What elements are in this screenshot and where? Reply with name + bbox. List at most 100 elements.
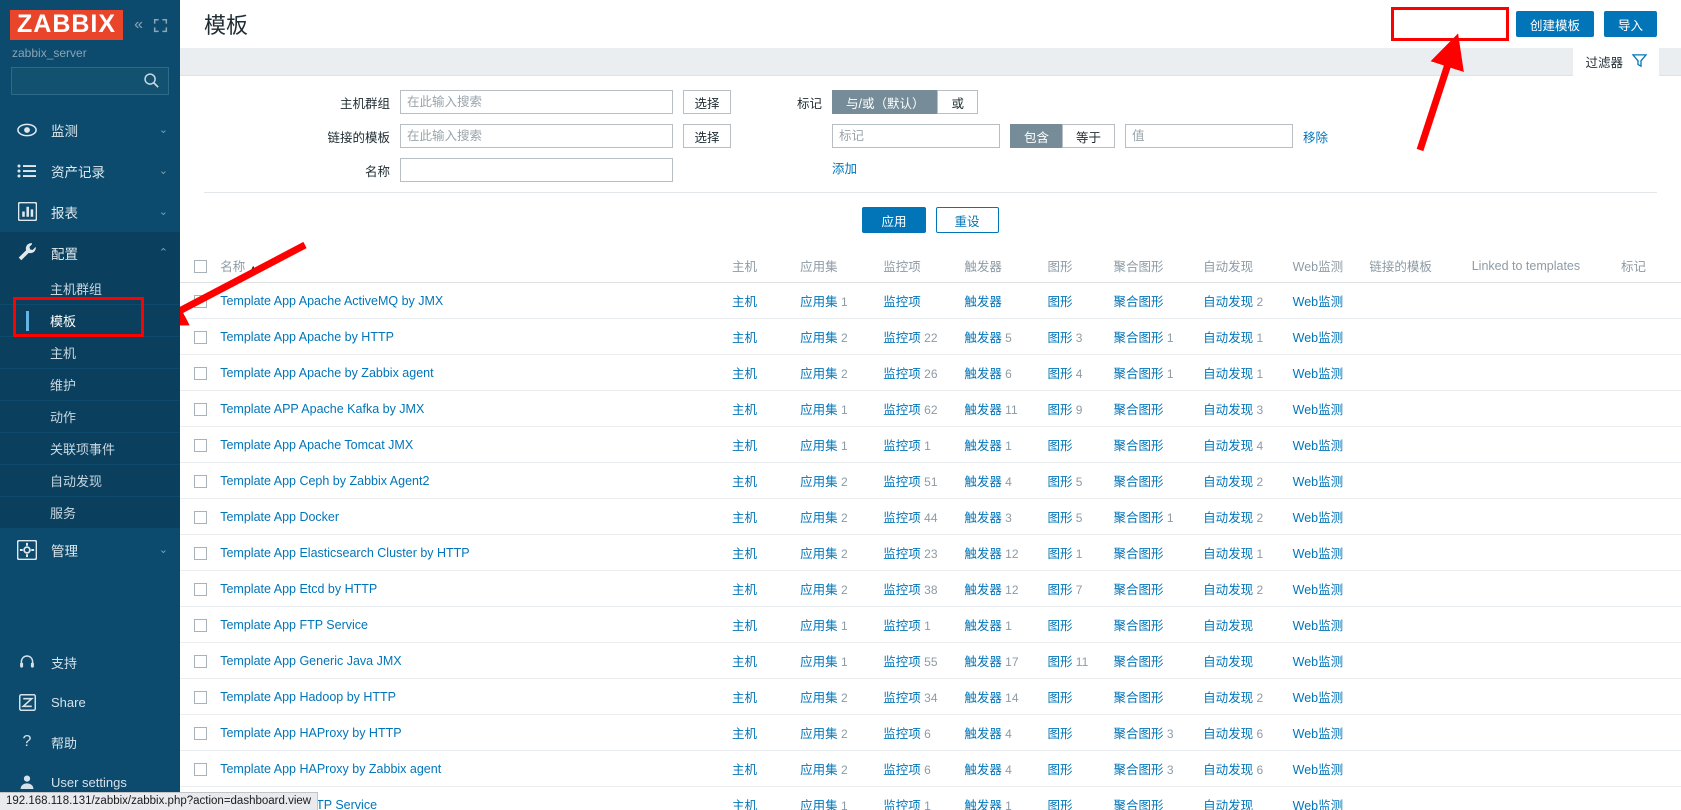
hosts-link[interactable]: 主机 xyxy=(732,367,757,381)
triggers-link[interactable]: 触发器 xyxy=(964,331,1002,345)
graphs-link[interactable]: 图形 xyxy=(1047,655,1072,669)
hosts-link[interactable]: 主机 xyxy=(732,439,757,453)
graphs-link[interactable]: 图形 xyxy=(1047,367,1072,381)
graphs-link[interactable]: 图形 xyxy=(1047,727,1072,741)
sidebar-item-help[interactable]: ? 帮助 xyxy=(0,722,180,762)
applications-link[interactable]: 应用集 xyxy=(800,511,838,525)
collapse-sidebar-icon[interactable]: « xyxy=(134,17,143,33)
host-group-input[interactable] xyxy=(400,90,673,114)
web-link[interactable]: Web监测 xyxy=(1293,475,1343,489)
applications-link[interactable]: 应用集 xyxy=(800,331,838,345)
template-name-link[interactable]: Template App Generic Java JMX xyxy=(220,654,401,668)
sidebar-item-inventory[interactable]: 资产记录 ⌄ xyxy=(0,150,180,191)
discovery-link[interactable]: 自动发现 xyxy=(1203,655,1253,669)
filter-tab[interactable]: 过滤器 xyxy=(1573,48,1659,76)
hosts-link[interactable]: 主机 xyxy=(732,727,757,741)
sidebar-item-templates[interactable]: 模板 xyxy=(0,305,180,337)
triggers-link[interactable]: 触发器 xyxy=(964,655,1002,669)
discovery-link[interactable]: 自动发现 xyxy=(1203,331,1253,345)
screens-link[interactable]: 聚合图形 xyxy=(1114,295,1164,309)
graphs-link[interactable]: 图形 xyxy=(1047,511,1072,525)
discovery-link[interactable]: 自动发现 xyxy=(1203,763,1253,777)
applications-link[interactable]: 应用集 xyxy=(800,691,838,705)
applications-link[interactable]: 应用集 xyxy=(800,763,838,777)
sidebar-item-event-correlation[interactable]: 关联项事件 xyxy=(0,433,180,465)
web-link[interactable]: Web监测 xyxy=(1293,619,1343,633)
applications-link[interactable]: 应用集 xyxy=(800,655,838,669)
template-name-link[interactable]: Template App Hadoop by HTTP xyxy=(220,690,396,704)
applications-link[interactable]: 应用集 xyxy=(800,727,838,741)
screens-link[interactable]: 聚合图形 xyxy=(1114,583,1164,597)
row-checkbox[interactable] xyxy=(194,547,207,560)
discovery-link[interactable]: 自动发现 xyxy=(1203,691,1253,705)
apply-button[interactable]: 应用 xyxy=(862,207,925,233)
search-input[interactable] xyxy=(11,67,169,95)
sidebar-item-configuration[interactable]: 配置 ⌃ xyxy=(0,232,180,273)
items-link[interactable]: 监控项 xyxy=(883,619,921,633)
sidebar-item-share[interactable]: Share xyxy=(0,682,180,722)
row-checkbox[interactable] xyxy=(194,691,207,704)
select-all-checkbox[interactable] xyxy=(194,260,207,273)
triggers-link[interactable]: 触发器 xyxy=(964,403,1002,417)
template-name-link[interactable]: Template App Etcd by HTTP xyxy=(220,582,377,596)
items-link[interactable]: 监控项 xyxy=(883,403,921,417)
template-name-link[interactable]: Template App Docker xyxy=(220,510,339,524)
hosts-link[interactable]: 主机 xyxy=(732,331,757,345)
row-checkbox[interactable] xyxy=(194,331,207,344)
hosts-link[interactable]: 主机 xyxy=(732,763,757,777)
screens-link[interactable]: 聚合图形 xyxy=(1114,367,1164,381)
row-checkbox[interactable] xyxy=(194,727,207,740)
triggers-link[interactable]: 触发器 xyxy=(964,583,1002,597)
items-link[interactable]: 监控项 xyxy=(883,655,921,669)
screens-link[interactable]: 聚合图形 xyxy=(1114,799,1164,810)
name-input[interactable] xyxy=(400,158,673,182)
applications-link[interactable]: 应用集 xyxy=(800,547,838,561)
items-link[interactable]: 监控项 xyxy=(883,727,921,741)
screens-link[interactable]: 聚合图形 xyxy=(1114,331,1164,345)
linked-template-input[interactable] xyxy=(400,124,673,148)
graphs-link[interactable]: 图形 xyxy=(1047,331,1072,345)
web-link[interactable]: Web监测 xyxy=(1293,799,1343,810)
web-link[interactable]: Web监测 xyxy=(1293,727,1343,741)
row-checkbox[interactable] xyxy=(194,511,207,524)
items-link[interactable]: 监控项 xyxy=(883,799,921,810)
hosts-link[interactable]: 主机 xyxy=(732,295,757,309)
template-name-link[interactable]: Template App Elasticsearch Cluster by HT… xyxy=(220,546,469,560)
discovery-link[interactable]: 自动发现 xyxy=(1203,511,1253,525)
web-link[interactable]: Web监测 xyxy=(1293,547,1343,561)
tag-op-contains-option[interactable]: 包含 xyxy=(1010,124,1063,148)
screens-link[interactable]: 聚合图形 xyxy=(1114,547,1164,561)
linked-template-select-button[interactable]: 选择 xyxy=(683,124,731,148)
triggers-link[interactable]: 触发器 xyxy=(964,619,1002,633)
discovery-link[interactable]: 自动发现 xyxy=(1203,547,1253,561)
sidebar-item-discovery[interactable]: 自动发现 xyxy=(0,465,180,497)
discovery-link[interactable]: 自动发现 xyxy=(1203,367,1253,381)
triggers-link[interactable]: 触发器 xyxy=(964,547,1002,561)
triggers-link[interactable]: 触发器 xyxy=(964,475,1002,489)
template-name-link[interactable]: Template App Ceph by Zabbix Agent2 xyxy=(220,474,429,488)
screens-link[interactable]: 聚合图形 xyxy=(1114,691,1164,705)
sidebar-item-monitoring[interactable]: 监测 ⌄ xyxy=(0,109,180,150)
applications-link[interactable]: 应用集 xyxy=(800,367,838,381)
tag-eval-or-option[interactable]: 或 xyxy=(937,90,978,114)
row-checkbox[interactable] xyxy=(194,403,207,416)
items-link[interactable]: 监控项 xyxy=(883,475,921,489)
hosts-link[interactable]: 主机 xyxy=(732,691,757,705)
hosts-link[interactable]: 主机 xyxy=(732,619,757,633)
triggers-link[interactable]: 触发器 xyxy=(964,727,1002,741)
applications-link[interactable]: 应用集 xyxy=(800,619,838,633)
discovery-link[interactable]: 自动发现 xyxy=(1203,583,1253,597)
import-button[interactable]: 导入 xyxy=(1604,11,1657,37)
header-name[interactable]: 名称 ▲ xyxy=(216,250,728,283)
reset-button[interactable]: 重设 xyxy=(936,207,999,233)
items-link[interactable]: 监控项 xyxy=(883,511,921,525)
tag-remove-link[interactable]: 移除 xyxy=(1303,127,1328,146)
tag-value-input[interactable] xyxy=(1125,124,1293,148)
discovery-link[interactable]: 自动发现 xyxy=(1203,475,1253,489)
triggers-link[interactable]: 触发器 xyxy=(964,799,1002,810)
hosts-link[interactable]: 主机 xyxy=(732,403,757,417)
applications-link[interactable]: 应用集 xyxy=(800,403,838,417)
web-link[interactable]: Web监测 xyxy=(1293,331,1343,345)
items-link[interactable]: 监控项 xyxy=(883,691,921,705)
applications-link[interactable]: 应用集 xyxy=(800,439,838,453)
